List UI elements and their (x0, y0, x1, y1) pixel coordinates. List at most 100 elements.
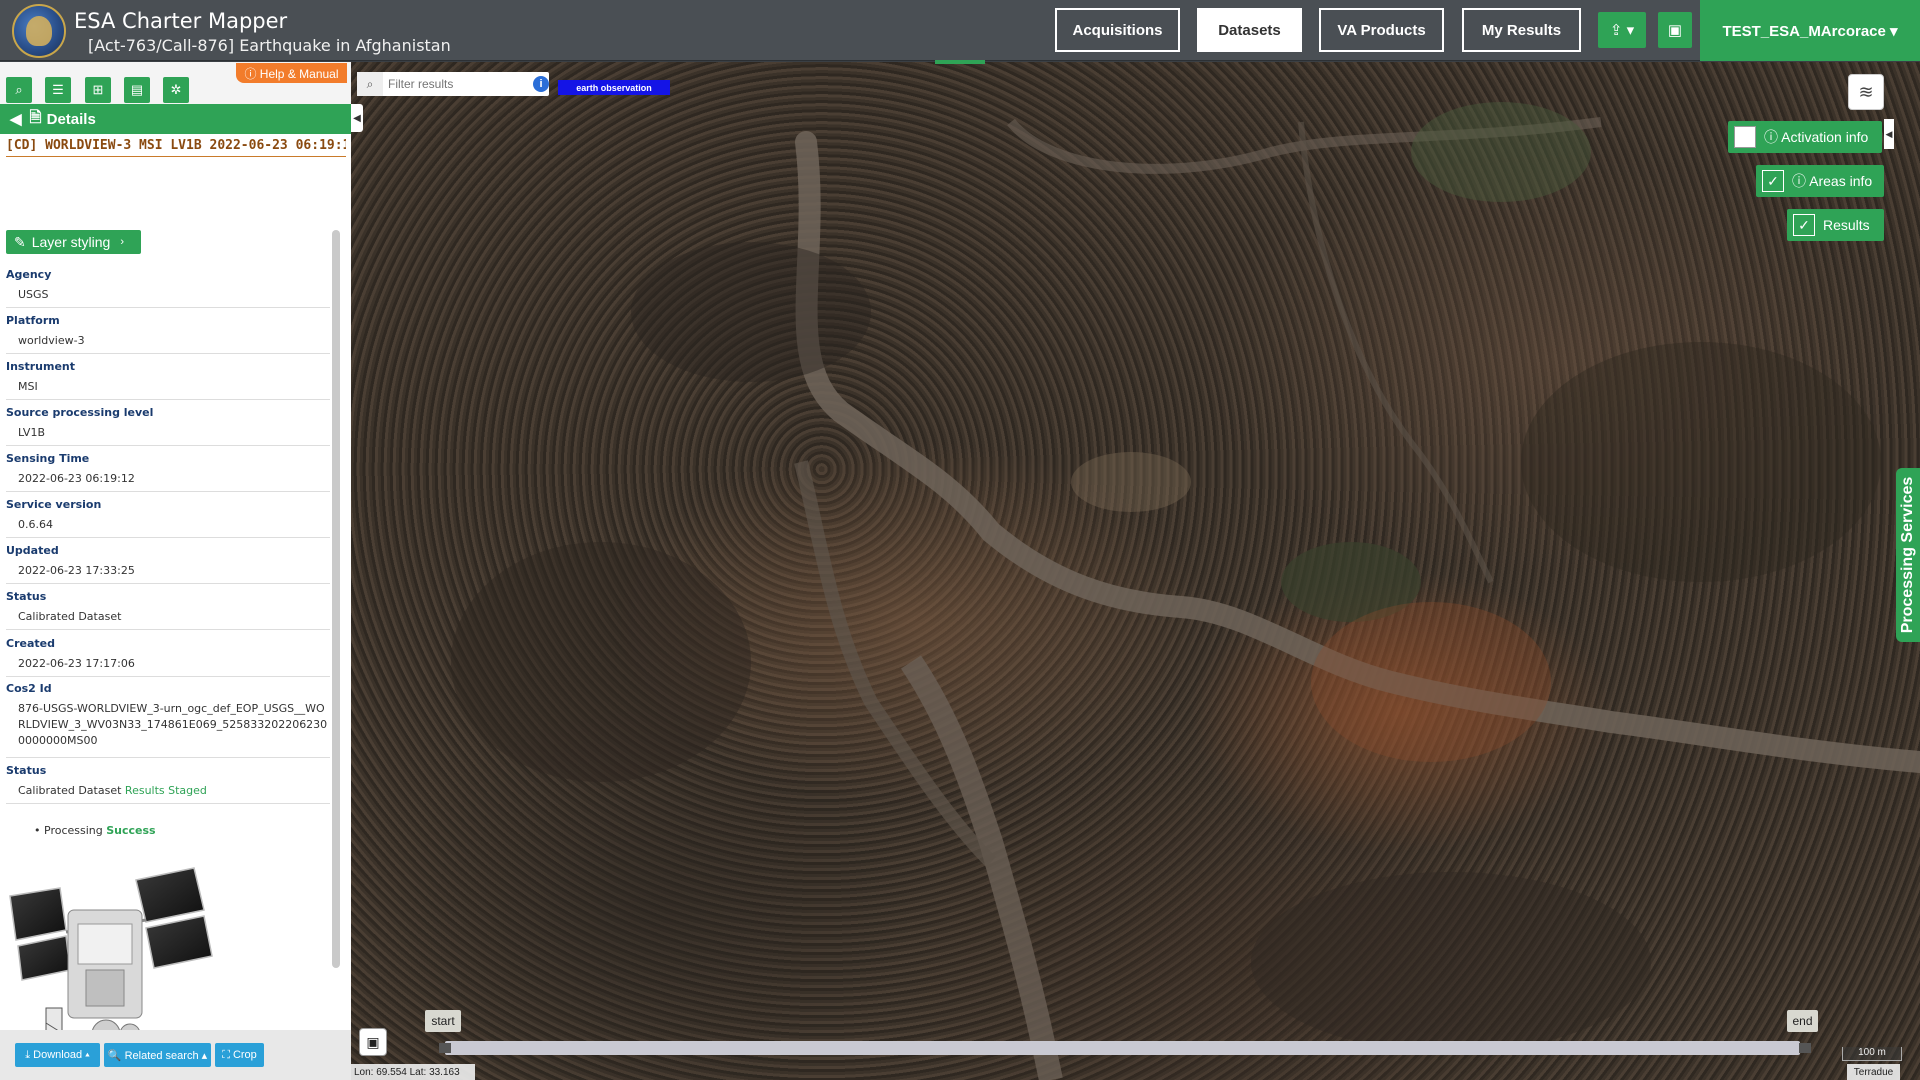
nav-acquisitions[interactable]: Acquisitions (1055, 8, 1180, 52)
prop-cos2-id: Cos2 Id 876-USGS-WORLDVIEW_3-urn_ogc_def… (6, 682, 330, 758)
nav-my-results[interactable]: My Results (1462, 8, 1581, 52)
timeline-end-handle[interactable] (1799, 1043, 1811, 1053)
layer-styling-label: Layer styling (31, 234, 111, 250)
map-terrain (451, 102, 1920, 1080)
prop-status-staged: Status Calibrated Dataset Results Staged (6, 764, 330, 804)
prop-value: Calibrated Dataset (18, 610, 122, 623)
activation-info-checkbox[interactable] (1734, 126, 1756, 148)
processing-status: • Processing Success (34, 824, 156, 837)
areas-info-checkbox[interactable]: ✓ (1762, 170, 1784, 192)
prop-value: worldview-3 (18, 334, 85, 347)
activation-info-toggle[interactable]: ⓘ Activation info (1728, 121, 1882, 153)
activation-title: [Act-763/Call-876] Earthquake in Afghani… (88, 36, 451, 55)
document-icon: 🗎 (29, 108, 42, 126)
details-label: Details (46, 110, 96, 128)
top-header: ESA Charter Mapper [Act-763/Call-876] Ea… (0, 0, 1920, 61)
dataset-title: [CD] WORLDVIEW-3 MSI LV1B 2022-06-23 06:… (6, 138, 346, 153)
results-checkbox[interactable]: ✓ (1793, 214, 1815, 236)
results-staged-badge: Results Staged (124, 784, 207, 797)
archive-icon[interactable]: ▤ (124, 77, 150, 103)
prop-label: Instrument (6, 360, 75, 373)
details-header[interactable]: ◀ 🗎 Details (0, 104, 351, 134)
back-arrow-icon[interactable]: ◀ (10, 110, 22, 128)
prop-value: USGS (18, 288, 49, 301)
prop-service-version: Service version 0.6.64 (6, 498, 330, 538)
panel-scrollbar[interactable] (332, 230, 340, 968)
title-divider (6, 156, 346, 157)
prop-label: Updated (6, 544, 59, 557)
nav-datasets[interactable]: Datasets (1197, 8, 1302, 52)
app-logo[interactable] (12, 4, 66, 58)
prop-value: 876-USGS-WORLDVIEW_3-urn_ogc_def_EOP_USG… (18, 702, 328, 747)
upload-button[interactable]: ⇪ ▾ (1598, 12, 1646, 48)
nav-active-indicator (935, 60, 985, 64)
layer-styling-button[interactable]: ✎ Layer styling › (6, 230, 141, 254)
crop-button[interactable]: ⛶ Crop (215, 1043, 264, 1067)
prop-value: Calibrated Dataset Results Staged (18, 783, 330, 799)
info-icon[interactable]: i (533, 76, 549, 92)
bullet-icon: • (34, 824, 41, 837)
download-button[interactable]: ⤓ Download ▴ (15, 1043, 100, 1067)
prop-label: Source processing level (6, 406, 154, 419)
panel-toolbar: ⌕ ☰ ⊞ ▤ ✲ ⓘ Help & Manual (0, 62, 351, 104)
map-attribution[interactable]: Terradue (1847, 1064, 1900, 1080)
scale-bar: 100 m (1842, 1047, 1902, 1061)
chevron-right-icon: › (120, 236, 124, 248)
user-menu[interactable]: TEST_ESA_MArcorace ▾ (1700, 0, 1920, 61)
results-label: Results (1823, 217, 1870, 233)
map-view[interactable] (351, 62, 1920, 1080)
prop-label: Status (6, 764, 47, 777)
collapse-panel-icon[interactable]: ◀ (351, 104, 363, 132)
nav-va-products[interactable]: VA Products (1319, 8, 1444, 52)
prop-agency: Agency USGS (6, 268, 330, 308)
filter-results-input[interactable] (388, 72, 532, 96)
timeline-bar[interactable] (445, 1041, 1800, 1055)
coordinates-readout: Lon: 69.554 Lat: 33.163 (351, 1064, 475, 1080)
prop-label: Platform (6, 314, 60, 327)
areas-info-label: ⓘ Areas info (1792, 173, 1873, 189)
list-icon[interactable]: ☰ (45, 77, 71, 103)
prop-label: Agency (6, 268, 52, 281)
gear-icon[interactable]: ✲ (163, 77, 189, 103)
processing-services-label: Processing Services (1899, 476, 1916, 634)
timeline-start-handle[interactable] (439, 1043, 451, 1053)
prop-label: Service version (6, 498, 102, 511)
search-icon[interactable]: ⌕ (6, 77, 32, 103)
prop-processing-level: Source processing level LV1B (6, 406, 330, 446)
left-panel: ⌕ ☰ ⊞ ▤ ✲ ⓘ Help & Manual ◀ 🗎 Details [C… (0, 62, 351, 1080)
app-root: ESA Charter Mapper [Act-763/Call-876] Ea… (0, 0, 1920, 1080)
prop-instrument: Instrument MSI (6, 360, 330, 400)
timeline-end-label: end (1787, 1010, 1818, 1032)
prop-sensing-time: Sensing Time 2022-06-23 06:19:12 (6, 452, 330, 492)
prop-value: 2022-06-23 17:33:25 (18, 564, 135, 577)
prop-label: Status (6, 590, 47, 603)
search-icon[interactable]: ⌕ (357, 72, 383, 96)
prop-value: 2022-06-23 06:19:12 (18, 472, 135, 485)
prop-platform: Platform worldview-3 (6, 314, 330, 354)
brush-icon: ✎ (14, 233, 26, 250)
prop-value: LV1B (18, 426, 45, 439)
timeline-start-label: start (425, 1010, 461, 1032)
processing-label: Processing (44, 824, 103, 837)
earth-observation-tag[interactable]: earth observation (558, 80, 670, 95)
status-value: Calibrated Dataset (18, 784, 122, 797)
basket-icon[interactable]: ⊞ (85, 77, 111, 103)
layers-icon[interactable]: ≋ (1848, 74, 1884, 110)
prop-label: Sensing Time (6, 452, 90, 465)
prop-label: Cos2 Id (6, 682, 52, 695)
app-title: ESA Charter Mapper (74, 9, 288, 33)
results-toggle[interactable]: ✓ Results (1787, 209, 1884, 241)
briefcase-button[interactable]: ▣ (1658, 12, 1692, 48)
related-search-button[interactable]: 🔍 Related search ▴ (104, 1043, 211, 1067)
prop-status: Status Calibrated Dataset (6, 590, 330, 630)
prop-value: 2022-06-23 17:17:06 (18, 657, 135, 670)
help-manual-button[interactable]: ⓘ Help & Manual (236, 63, 347, 83)
prop-value: 0.6.64 (18, 518, 53, 531)
timeline-toggle-icon[interactable]: ▣ (359, 1028, 387, 1056)
prop-label: Created (6, 637, 55, 650)
processing-success: Success (106, 824, 156, 837)
side-collapse-icon[interactable]: ◀ (1884, 119, 1894, 149)
prop-updated: Updated 2022-06-23 17:33:25 (6, 544, 330, 584)
areas-info-toggle[interactable]: ✓ ⓘ Areas info (1756, 165, 1884, 197)
prop-created: Created 2022-06-23 17:17:06 (6, 637, 330, 677)
